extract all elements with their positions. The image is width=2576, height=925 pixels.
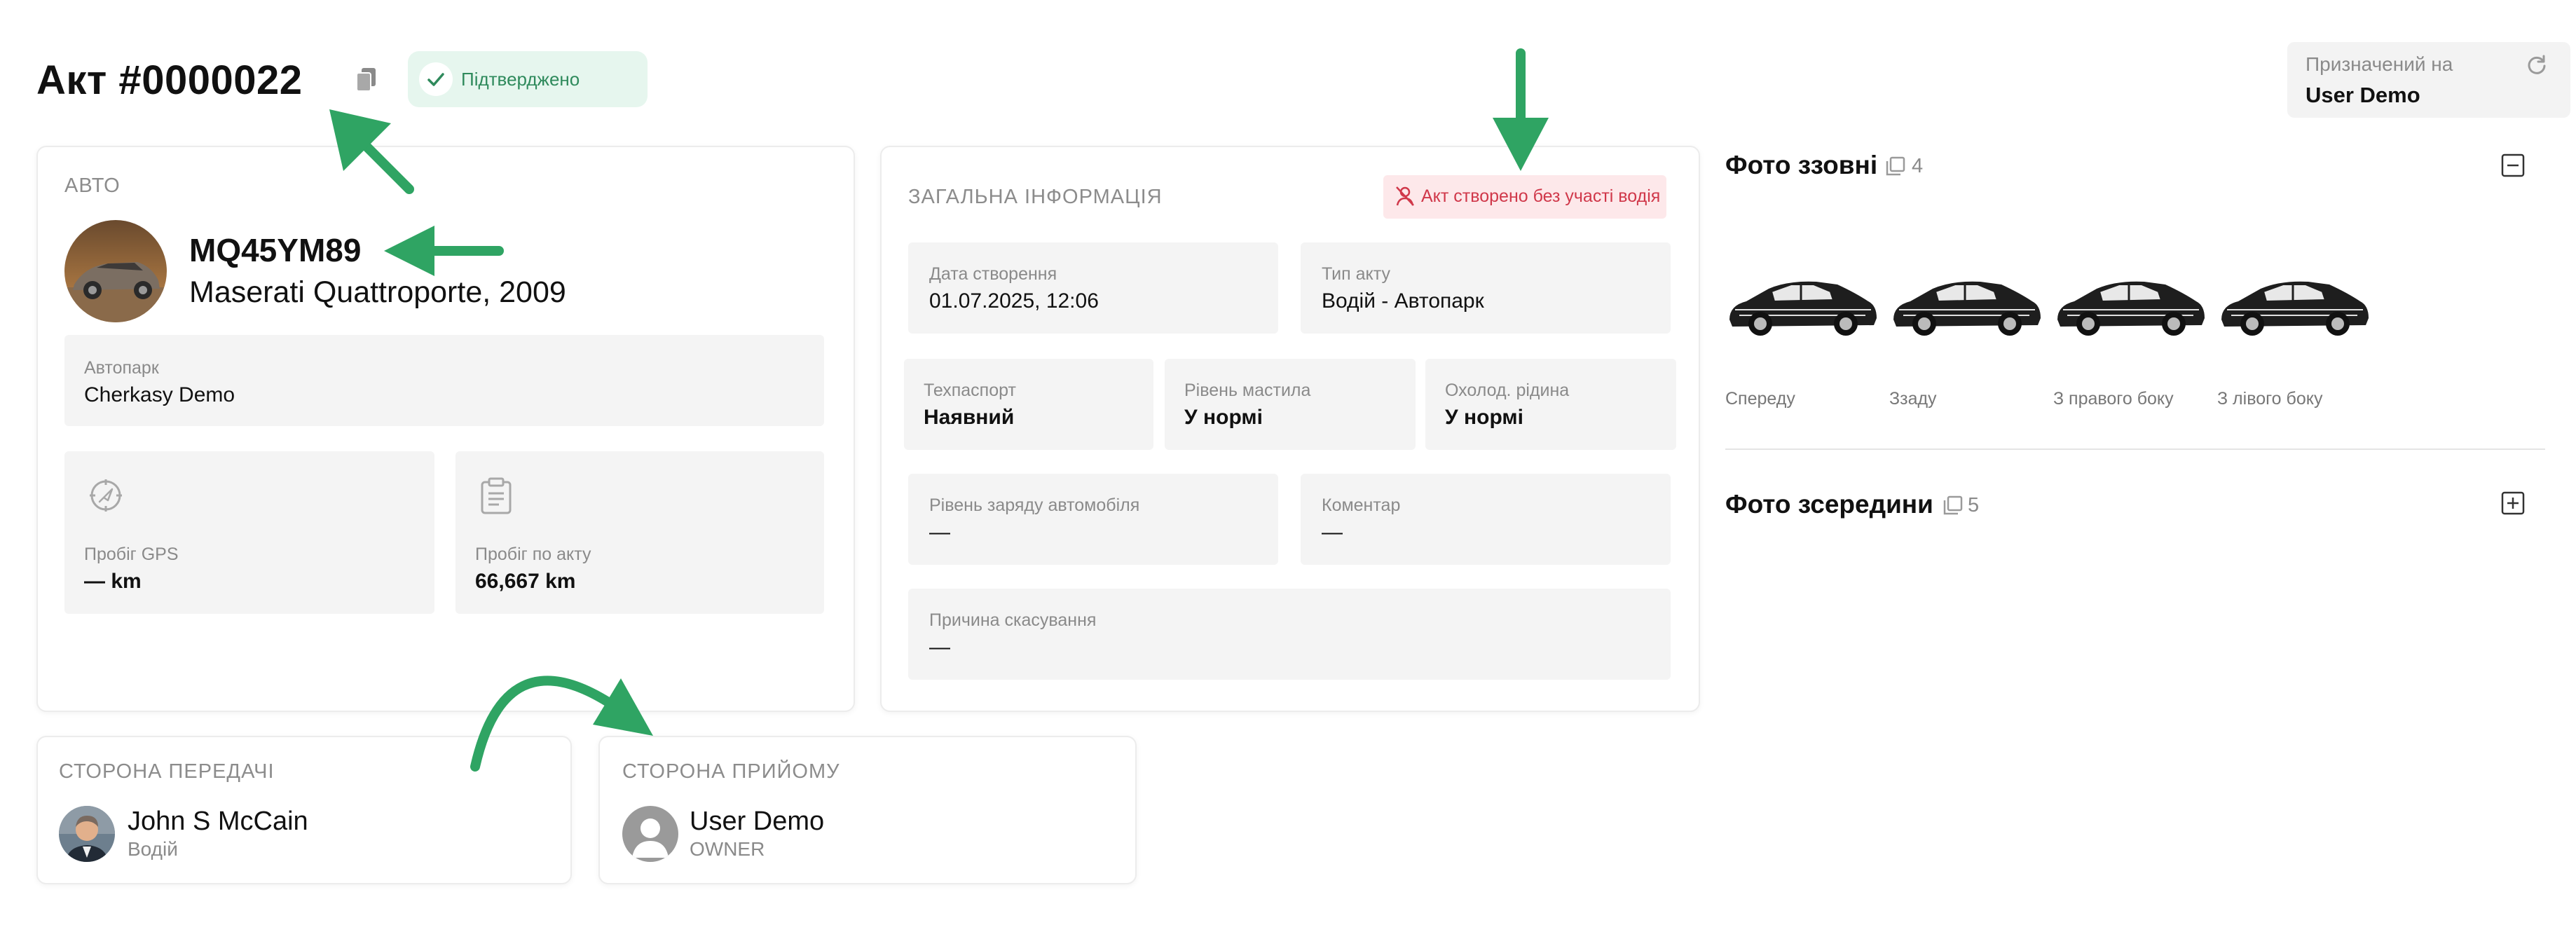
photos-divider bbox=[1725, 448, 2545, 450]
caption-right: З правого боку bbox=[2053, 389, 2174, 409]
page-title: Акт #0000022 bbox=[36, 57, 303, 103]
photos-outside-title: Фото ззовні bbox=[1725, 151, 1878, 179]
auto-card bbox=[36, 146, 855, 712]
charge-label: Рівень заряду автомобіля bbox=[929, 495, 1140, 515]
avatar bbox=[59, 806, 115, 862]
passport-tile bbox=[904, 359, 1153, 450]
charge-value: — bbox=[929, 521, 950, 544]
photos-outside-count: 4 bbox=[1912, 155, 1924, 177]
comment-label: Коментар bbox=[1322, 495, 1401, 515]
act-mileage-value: 66,667 km bbox=[475, 570, 576, 593]
act-type-tile bbox=[1301, 242, 1671, 334]
receive-card bbox=[598, 736, 1137, 884]
photo-right[interactable] bbox=[2053, 263, 2207, 341]
gps-value: — km bbox=[84, 570, 142, 593]
act-type-label: Тип акту bbox=[1322, 264, 1390, 284]
photos-inside-count: 5 bbox=[1968, 494, 1980, 516]
clipboard-icon bbox=[479, 477, 513, 516]
expand-icon[interactable] bbox=[2500, 491, 2526, 516]
created-label: Дата створення bbox=[929, 264, 1057, 284]
status-text: Підтверджено bbox=[461, 69, 580, 90]
created-value: 01.07.2025, 12:06 bbox=[929, 289, 1099, 313]
coolant-value: У нормі bbox=[1445, 406, 1523, 429]
cancel-reason-tile bbox=[908, 589, 1671, 680]
car-model: Maserati Quattroporte, 2009 bbox=[189, 275, 566, 309]
passport-label: Техпаспорт bbox=[924, 381, 1016, 400]
fleet-value: Cherkasy Demo bbox=[84, 383, 235, 406]
oil-tile bbox=[1165, 359, 1416, 450]
gallery-icon bbox=[1885, 156, 1906, 177]
no-driver-text: Акт створено без участі водія bbox=[1421, 186, 1661, 206]
general-section-title: ЗАГАЛЬНА ІНФОРМАЦІЯ bbox=[908, 186, 1163, 208]
comment-tile bbox=[1301, 474, 1671, 565]
driver-off-icon bbox=[1395, 185, 1416, 207]
cancel-reason-value: — bbox=[929, 636, 950, 659]
act-mileage-label: Пробіг по акту bbox=[475, 544, 591, 564]
assigned-label: Призначений на bbox=[2306, 53, 2453, 75]
photo-front[interactable] bbox=[1725, 263, 1879, 341]
caption-rear: Ззаду bbox=[1889, 389, 1937, 409]
collapse-icon[interactable] bbox=[2500, 153, 2526, 178]
assigned-value: User Demo bbox=[2306, 83, 2420, 107]
comment-value: — bbox=[1322, 521, 1343, 544]
cancel-reason-label: Причина скасування bbox=[929, 610, 1097, 630]
receive-name: User Demo bbox=[690, 807, 825, 836]
auto-section-title: АВТО bbox=[64, 174, 121, 197]
caption-front: Спереду bbox=[1725, 389, 1795, 409]
user-icon bbox=[622, 806, 678, 862]
gps-icon bbox=[87, 477, 125, 514]
oil-value: У нормі bbox=[1184, 406, 1263, 429]
photos-inside-title: Фото зсередини bbox=[1725, 490, 1933, 519]
transfer-role: Водій bbox=[128, 838, 178, 860]
charge-tile bbox=[908, 474, 1278, 565]
caption-left: З лівого боку bbox=[2217, 389, 2323, 409]
gallery-icon bbox=[1943, 495, 1964, 516]
photo-rear[interactable] bbox=[1889, 263, 2043, 341]
passport-value: Наявний bbox=[924, 406, 1015, 429]
oil-label: Рівень мастила bbox=[1184, 381, 1311, 400]
fleet-tile bbox=[64, 335, 824, 426]
fleet-label: Автопарк bbox=[84, 358, 159, 378]
transfer-name: John S McCain bbox=[128, 807, 308, 836]
act-type-value: Водій - Автопарк bbox=[1322, 289, 1484, 313]
car-plate: MQ45YM89 bbox=[189, 232, 362, 268]
check-icon bbox=[419, 62, 453, 96]
gps-label: Пробіг GPS bbox=[84, 544, 179, 564]
coolant-label: Охолод. рідина bbox=[1445, 381, 1570, 400]
photo-left[interactable] bbox=[2217, 263, 2371, 341]
receive-role: OWNER bbox=[690, 838, 765, 860]
coolant-tile bbox=[1425, 359, 1676, 450]
transfer-section-title: СТОРОНА ПЕРЕДАЧІ bbox=[59, 760, 275, 783]
copy-icon[interactable] bbox=[355, 67, 378, 93]
receive-section-title: СТОРОНА ПРИЙОМУ bbox=[622, 760, 840, 783]
refresh-icon[interactable] bbox=[2526, 53, 2548, 76]
car-avatar[interactable] bbox=[64, 220, 167, 322]
created-tile bbox=[908, 242, 1278, 334]
